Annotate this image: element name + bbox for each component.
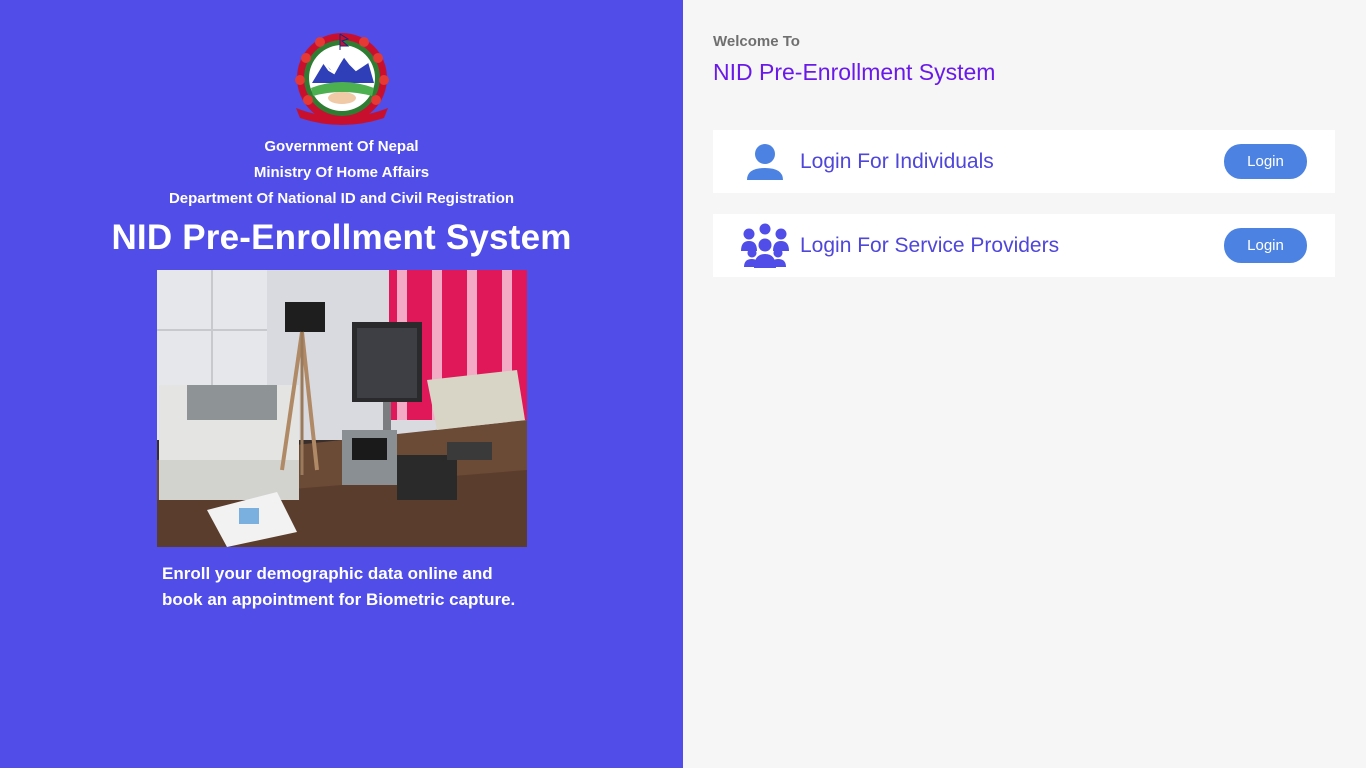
org-line-ministry: Ministry Of Home Affairs	[253, 164, 430, 181]
left-page-title: NID Pre-Enrollment System	[111, 218, 572, 257]
login-service-providers-button[interactable]: Login	[1224, 228, 1307, 263]
user-icon	[738, 138, 792, 186]
page: Government Of Nepal Ministry Of Home Aff…	[0, 0, 1366, 768]
right-page-title: NID Pre-Enrollment System	[713, 59, 996, 85]
login-card-service-providers: Login For Service Providers Login	[713, 214, 1335, 277]
login-individuals-label: Login For Individuals	[800, 149, 994, 173]
enrollment-station-photo	[157, 270, 527, 547]
login-card-individuals: Login For Individuals Login	[713, 130, 1335, 193]
users-group-icon	[738, 222, 792, 270]
login-individuals-button[interactable]: Login	[1224, 144, 1307, 179]
org-line-government: Government Of Nepal	[264, 138, 419, 155]
welcome-label: Welcome To	[713, 33, 800, 50]
org-line-department: Department Of National ID and Civil Regi…	[168, 190, 515, 207]
left-panel: Government Of Nepal Ministry Of Home Aff…	[0, 0, 683, 768]
tagline-line-1: Enroll your demographic data online and	[162, 564, 493, 583]
login-service-providers-label: Login For Service Providers	[800, 233, 1060, 257]
tagline: Enroll your demographic data online and …	[162, 561, 582, 613]
tagline-line-2: book an appointment for Biometric captur…	[162, 590, 516, 609]
nepal-emblem-icon	[284, 28, 400, 128]
right-panel: Welcome To NID Pre-Enrollment System Log…	[683, 0, 1366, 768]
